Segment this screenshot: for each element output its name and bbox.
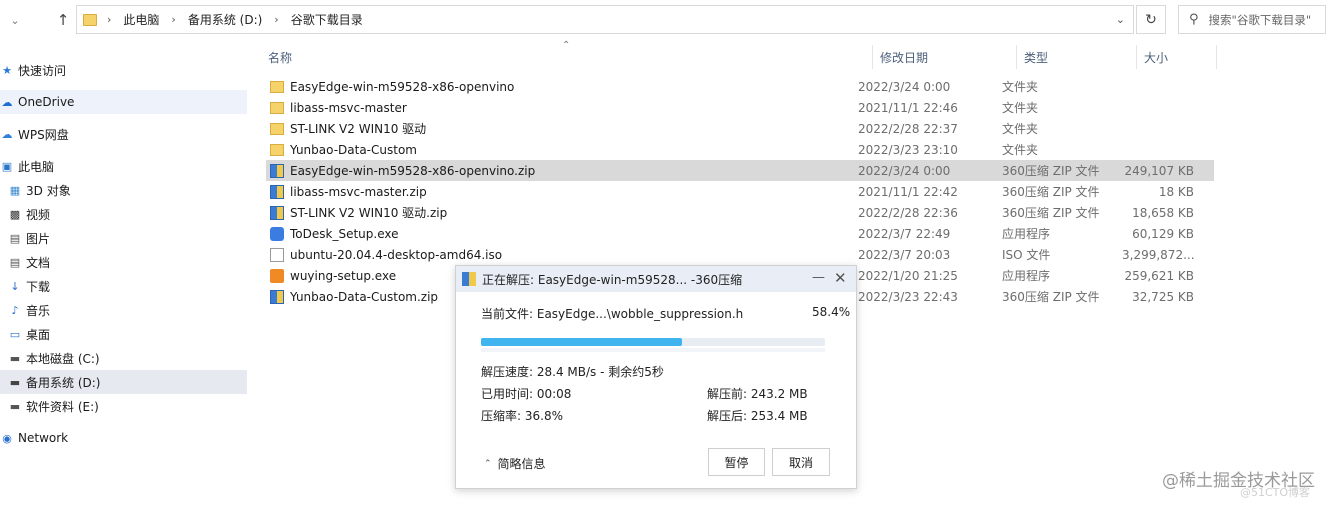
file-row[interactable]: ToDesk_Setup.exe 2022/3/7 22:49 应用程序 60,… [266,223,1214,244]
folder-icon [270,144,284,156]
file-row-selected[interactable]: EasyEdge-win-m59528-x86-openvino.zip 202… [266,160,1214,181]
cloud-icon: ☁ [1,95,13,109]
sidebar-item-3d-objects[interactable]: ▦ 3D 对象 [0,178,247,202]
cube-icon: ▦ [9,183,21,197]
file-row[interactable]: ST-LINK V2 WIN10 驱动.zip 2022/2/28 22:36 … [266,202,1214,223]
sidebar-item-network[interactable]: ◉ Network [0,426,247,450]
sidebar-item-videos[interactable]: ▩ 视频 [0,202,247,226]
search-placeholder: 搜索"谷歌下载目录" [1208,12,1312,27]
compression-ratio-text: 压缩率: 36.8% [481,409,563,423]
sidebar-item-downloads[interactable]: ↓ 下载 [0,274,247,298]
column-divider[interactable] [1216,45,1217,69]
computer-icon: ▣ [1,159,13,173]
sidebar-item-quick-access[interactable]: ★ 快速访问 [0,58,247,82]
file-row[interactable]: Yunbao-Data-Custom 2022/3/23 23:10 文件夹 [266,139,1214,160]
cloud-icon: ☁ [1,127,13,141]
cancel-button[interactable]: 取消 [772,448,830,476]
column-header-type[interactable]: 类型 [1024,44,1048,70]
column-header-size[interactable]: 大小 [1144,44,1168,70]
sidebar-item-pictures[interactable]: ▤ 图片 [0,226,247,250]
sidebar-item-wps-drive[interactable]: ☁ WPS网盘 [0,122,247,146]
folder-icon [83,13,97,26]
sidebar-item-drive-d[interactable]: ▬ 备用系统 (D:) [0,370,247,394]
navigation-pane: ★ 快速访问 ☁ OneDrive ☁ WPS网盘 ▣ 此电脑 ▦ 3D 对象 … [0,40,247,505]
zip-archive-icon [270,289,284,304]
wuying-app-icon [270,268,284,283]
star-icon: ★ [2,63,12,77]
sidebar-item-desktop[interactable]: ▭ 桌面 [0,322,247,346]
extract-speed-text: 解压速度: 28.4 MB/s - 剩余约5秒 [481,365,664,379]
dialog-title-bar[interactable]: 正在解压: EasyEdge-win-m59528... -360压缩 [456,266,856,292]
sidebar-item-music[interactable]: ♪ 音乐 [0,298,247,322]
watermark-text-secondary: @51CTO博客 [1240,486,1311,499]
search-icon: ⚲ [1189,12,1199,27]
sidebar-item-drive-c[interactable]: ▬ 本地磁盘 (C:) [0,346,247,370]
chevron-down-icon[interactable]: ⌄ [1116,13,1125,26]
refresh-button[interactable]: ↻ [1136,5,1166,34]
picture-icon: ▤ [9,231,21,245]
up-arrow-icon[interactable]: ↑ [52,8,74,32]
chevron-right-icon: › [171,13,176,26]
folder-icon [270,81,284,93]
zip-archive-icon [270,205,284,220]
sidebar-item-onedrive[interactable]: ☁ OneDrive [0,90,247,114]
zip-archive-icon [270,184,284,199]
drive-icon: ▬ [9,399,21,413]
file-row[interactable]: ST-LINK V2 WIN10 驱动 2022/2/28 22:37 文件夹 [266,118,1214,139]
file-explorer-window: ⌄ ↑ › 此电脑 › 备用系统 (D:) › 谷歌下载目录 ⌄ ↻ ⚲ 搜索"… [0,0,1338,505]
breadcrumb-drive-d[interactable]: 备用系统 (D:) [188,11,262,28]
dialog-title: 正在解压: EasyEdge-win-m59528... -360压缩 [482,272,743,287]
sidebar-item-documents[interactable]: ▤ 文档 [0,250,247,274]
progress-bar-fill [481,338,682,346]
sidebar-item-drive-e[interactable]: ▬ 软件资料 (E:) [0,394,247,418]
column-divider[interactable] [1016,45,1017,69]
column-header-name[interactable]: 名称 [268,44,292,70]
desktop-icon: ▭ [9,327,21,341]
size-before-text: 解压前: 243.2 MB [707,387,808,401]
drive-icon: ▬ [9,351,21,365]
pause-button[interactable]: 暂停 [708,448,765,476]
progress-percent: 58.4% [812,305,851,319]
document-icon: ▤ [9,255,21,269]
network-icon: ◉ [2,431,12,445]
minimize-icon[interactable]: — [812,270,825,285]
file-row[interactable]: libass-msvc-master.zip 2021/11/1 22:42 3… [266,181,1214,202]
file-row[interactable]: ubuntu-20.04.4-desktop-amd64.iso 2022/3/… [266,244,1214,265]
chevron-right-icon: › [107,13,112,26]
brief-info-toggle[interactable]: ⌃ 简略信息 [484,455,546,472]
drive-icon: ▬ [9,375,21,389]
search-input[interactable]: ⚲ 搜索"谷歌下载目录" [1178,5,1326,34]
progress-bar-secondary [481,348,825,352]
breadcrumb-this-pc[interactable]: 此电脑 [123,11,159,28]
extract-progress-dialog: 正在解压: EasyEdge-win-m59528... -360压缩 — ✕ … [455,265,857,489]
file-row[interactable]: EasyEdge-win-m59528-x86-openvino 2022/3/… [266,76,1214,97]
column-divider[interactable] [1136,45,1137,69]
column-header-date[interactable]: 修改日期 [880,44,928,70]
close-icon[interactable]: ✕ [834,269,847,287]
folder-icon [270,102,284,114]
progress-bar [481,338,825,346]
elapsed-time-text: 已用时间: 00:08 [481,387,572,401]
zip-archive-icon [270,163,284,178]
address-bar[interactable]: › 此电脑 › 备用系统 (D:) › 谷歌下载目录 ⌄ [76,5,1134,34]
folder-icon [270,123,284,135]
address-toolbar: ⌄ ↑ › 此电脑 › 备用系统 (D:) › 谷歌下载目录 ⌄ ↻ ⚲ 搜索"… [0,0,1338,40]
video-icon: ▩ [9,207,21,221]
recent-locations-icon[interactable]: ⌄ [4,10,26,30]
chevron-right-icon: › [274,13,279,26]
sidebar-item-this-pc[interactable]: ▣ 此电脑 [0,154,247,178]
chevron-up-icon: ⌃ [484,458,492,469]
download-icon: ↓ [10,279,20,293]
archive-app-icon [462,272,476,286]
disc-image-icon [270,247,284,262]
file-row[interactable]: libass-msvc-master 2021/11/1 22:46 文件夹 [266,97,1214,118]
size-after-text: 解压后: 253.4 MB [707,409,808,423]
breadcrumb-download-folder[interactable]: 谷歌下载目录 [291,11,363,28]
column-divider[interactable] [872,45,873,69]
current-file-text: 当前文件: EasyEdge...\wobble_suppression.h [481,307,744,321]
music-icon: ♪ [11,303,19,317]
todesk-app-icon [270,226,284,241]
refresh-icon: ↻ [1145,11,1157,28]
sort-ascending-icon: ⌃ [562,40,571,51]
